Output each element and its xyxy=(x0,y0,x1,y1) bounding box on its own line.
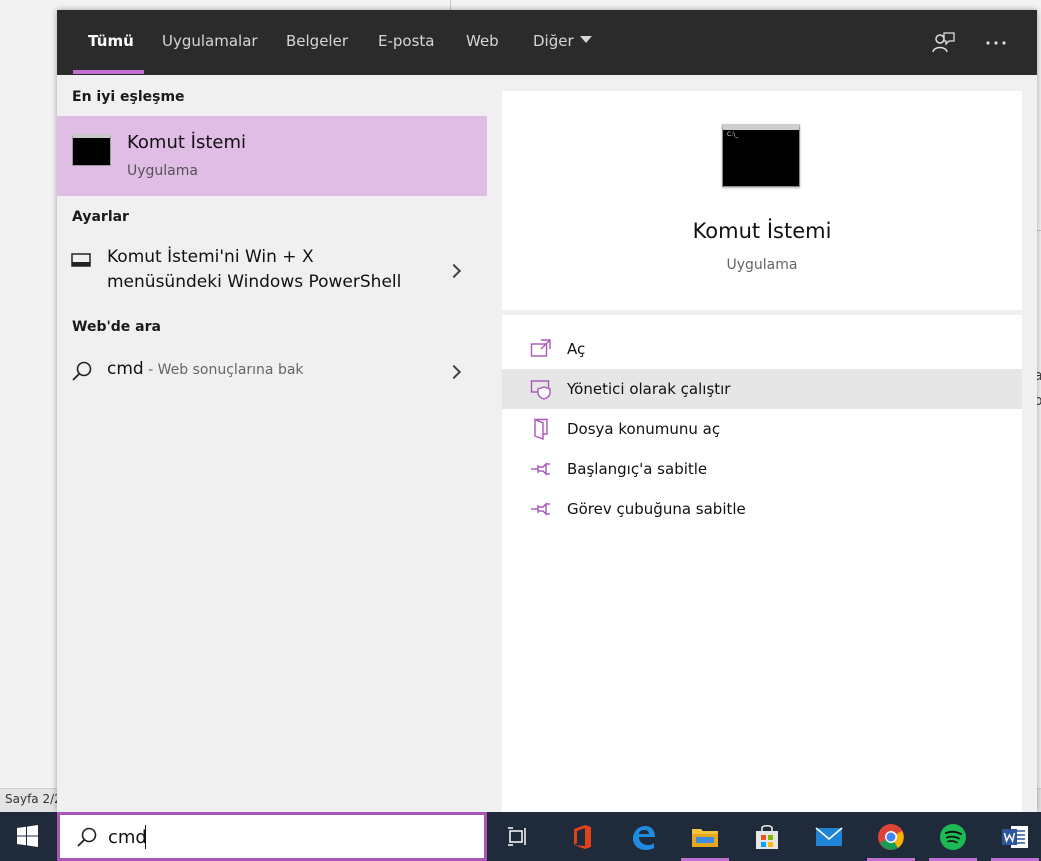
best-match-result[interactable]: Komut İstemi Uygulama xyxy=(57,116,487,196)
taskbar-app-file-explorer[interactable] xyxy=(677,812,733,861)
taskbar-app-word[interactable] xyxy=(987,812,1041,861)
edge-icon xyxy=(633,826,655,850)
more-options-icon[interactable] xyxy=(983,30,1009,56)
action-run-as-admin-label: Yönetici olarak çalıştır xyxy=(567,380,731,398)
office-icon xyxy=(574,825,591,849)
action-pin-to-start[interactable]: Başlangıç'a sabitle xyxy=(502,449,1022,489)
settings-result[interactable]: Komut İstemi'ni Win + X menüsündeki Wind… xyxy=(57,245,487,301)
folder-icon xyxy=(692,829,718,847)
tab-all[interactable]: Tümü xyxy=(88,32,134,50)
app-preview-card: C:\_ Komut İstemi Uygulama xyxy=(502,91,1022,310)
feedback-icon[interactable] xyxy=(931,30,957,56)
page-divider xyxy=(1037,230,1041,231)
chrome-icon xyxy=(878,824,904,850)
chevron-right-icon xyxy=(446,263,462,279)
windows-logo-icon xyxy=(17,825,38,847)
best-match-heading: En iyi eşleşme xyxy=(72,89,185,105)
best-match-subtitle: Uygulama xyxy=(127,163,198,179)
chevron-right-icon xyxy=(446,364,462,380)
word-icon xyxy=(1002,826,1028,848)
taskbar: cmd xyxy=(0,812,1041,861)
action-run-as-admin[interactable]: Yönetici olarak çalıştır xyxy=(502,369,1022,409)
action-pin-to-start-label: Başlangıç'a sabitle xyxy=(567,460,708,478)
taskbar-app-store[interactable] xyxy=(739,812,795,861)
action-open-file-location-label: Dosya konumunu aç xyxy=(567,420,721,438)
results-list: En iyi eşleşme Komut İstemi Uygulama Aya… xyxy=(57,75,487,812)
search-icon xyxy=(71,360,93,386)
active-tab-indicator xyxy=(73,70,144,74)
preview-pane: C:\_ Komut İstemi Uygulama Aç Yönetici o… xyxy=(502,91,1022,812)
taskbar-app-spotify[interactable] xyxy=(925,812,981,861)
app-actions-list: Aç Yönetici olarak çalıştır Dosya konumu… xyxy=(502,315,1022,812)
file-location-icon xyxy=(530,418,552,441)
taskbar-app-edge[interactable] xyxy=(615,812,671,861)
thumb-prompt-text: C:\_ xyxy=(727,131,739,138)
taskbar-setting-icon xyxy=(71,252,91,271)
tab-documents[interactable]: Belgeler xyxy=(286,32,348,50)
best-match-title: Komut İstemi xyxy=(127,132,246,153)
pin-icon xyxy=(530,458,552,480)
taskbar-app-mail[interactable] xyxy=(801,812,857,861)
text-caret xyxy=(145,825,146,849)
search-icon xyxy=(76,826,98,852)
task-view-button[interactable] xyxy=(490,812,546,861)
chevron-down-icon xyxy=(579,36,592,43)
open-icon xyxy=(530,338,552,360)
store-icon xyxy=(756,824,778,849)
action-pin-to-taskbar[interactable]: Görev çubuğuna sabitle xyxy=(502,489,1022,529)
tab-email[interactable]: E-posta xyxy=(378,32,434,50)
tab-more-label: Diğer xyxy=(533,32,574,50)
taskbar-search-box[interactable]: cmd xyxy=(57,812,487,861)
spotify-icon xyxy=(940,824,966,850)
web-search-hint: - Web sonuçlarına bak xyxy=(143,362,304,378)
command-prompt-icon xyxy=(72,134,111,166)
settings-heading: Ayarlar xyxy=(72,209,129,225)
settings-result-line2: menüsündeki Windows PowerShell xyxy=(107,272,402,292)
search-input[interactable]: cmd xyxy=(108,827,147,848)
web-search-heading: Web'de ara xyxy=(72,319,161,335)
web-search-text: cmd - Web sonuçlarına bak xyxy=(107,357,304,383)
action-open-label: Aç xyxy=(567,340,586,358)
web-search-result[interactable]: cmd - Web sonuçlarına bak xyxy=(57,355,487,389)
command-prompt-large-icon: C:\_ xyxy=(722,124,800,187)
action-open[interactable]: Aç xyxy=(502,329,1022,369)
admin-shield-icon xyxy=(530,378,552,400)
tab-apps[interactable]: Uygulamalar xyxy=(162,32,258,50)
page-counter: Sayfa 2/2 xyxy=(5,792,62,806)
search-scope-tabs: Tümü Uygulamalar Belgeler E-posta Web Di… xyxy=(57,10,1037,75)
settings-result-line1: Komut İstemi'ni Win + X xyxy=(107,247,314,267)
mail-icon xyxy=(815,827,843,846)
start-button[interactable] xyxy=(0,812,56,861)
tab-more[interactable]: Diğer xyxy=(533,32,592,50)
preview-subtitle: Uygulama xyxy=(726,257,798,273)
action-pin-to-taskbar-label: Görev çubuğuna sabitle xyxy=(567,500,746,518)
start-search-panel: Tümü Uygulamalar Belgeler E-posta Web Di… xyxy=(57,10,1037,812)
task-view-icon xyxy=(508,827,526,846)
pin-icon xyxy=(530,498,552,520)
preview-title: Komut İstemi xyxy=(692,219,832,243)
taskbar-app-office[interactable] xyxy=(553,812,609,861)
web-search-query: cmd xyxy=(107,359,144,379)
tab-web[interactable]: Web xyxy=(466,32,499,50)
page-edge xyxy=(450,0,451,10)
taskbar-app-chrome[interactable] xyxy=(863,812,919,861)
action-open-file-location[interactable]: Dosya konumunu aç xyxy=(502,409,1022,449)
